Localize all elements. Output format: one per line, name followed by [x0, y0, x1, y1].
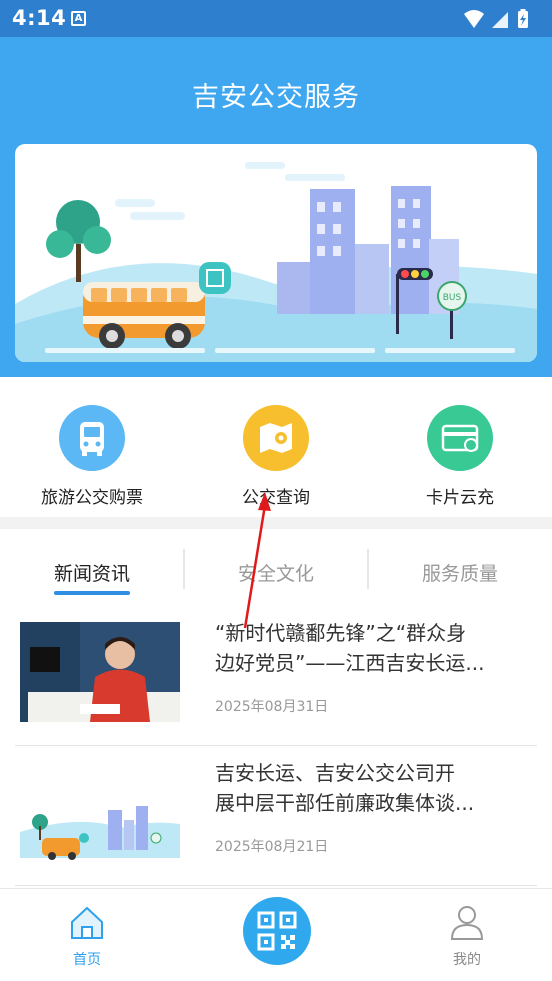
- home-icon: [71, 906, 103, 939]
- news-title: 吉安长运、吉安公交公司开 展中层干部任前廉政集体谈...: [215, 758, 515, 818]
- news-date: 2025年08月21日: [215, 839, 329, 855]
- news-item[interactable]: “新时代赣鄱先锋”之“群众身 边好党员”——江西吉安长运... 2025年08月…: [15, 606, 537, 746]
- status-bar: 4:14 A: [0, 0, 552, 37]
- news-tabs: 新闻资讯 安全文化 服务质量: [0, 529, 552, 609]
- nav-home-label: 首页: [73, 952, 101, 968]
- news-title-line: 吉安长运、吉安公交公司开: [215, 761, 455, 785]
- section-divider: [0, 517, 552, 529]
- news-thumbnail: [20, 622, 180, 722]
- bus-icon: [59, 405, 125, 471]
- nav-mine[interactable]: 我的: [427, 903, 507, 969]
- quick-item-tour-ticket[interactable]: 旅游公交购票: [0, 405, 184, 508]
- news-thumbnail: [20, 762, 180, 862]
- news-title-line: 展中层干部任前廉政集体谈...: [215, 791, 475, 815]
- user-icon: [450, 906, 484, 940]
- quick-item-bus-query[interactable]: 公交查询: [184, 405, 368, 508]
- banner[interactable]: BUS: [15, 144, 537, 362]
- nav-mine-label: 我的: [453, 952, 481, 968]
- quick-label-tour-ticket: 旅游公交购票: [41, 488, 143, 508]
- news-title-line: 边好党员”——江西吉安长运...: [215, 651, 485, 675]
- map-icon: [243, 405, 309, 471]
- qr-code-icon: [257, 911, 297, 951]
- card-icon: [427, 405, 493, 471]
- news-date: 2025年08月31日: [215, 699, 329, 715]
- signal-icon: [492, 12, 508, 28]
- status-time: 4:14: [12, 6, 67, 30]
- quick-item-card-recharge[interactable]: 卡片云充: [368, 405, 552, 508]
- news-title-line: “新时代赣鄱先锋”之“群众身: [215, 621, 467, 645]
- notification-a-icon: A: [71, 11, 86, 26]
- header: 吉安公交服务 BUS: [0, 37, 552, 377]
- status-icons: [464, 9, 528, 28]
- wifi-icon: [464, 10, 484, 28]
- quick-menu: 旅游公交购票 公交查询 卡片云充: [0, 377, 552, 517]
- quick-label-bus-query: 公交查询: [242, 488, 310, 508]
- qr-scan-button[interactable]: [243, 897, 311, 965]
- news-title: “新时代赣鄱先锋”之“群众身 边好党员”——江西吉安长运...: [215, 618, 515, 678]
- tab-active-indicator: [54, 591, 130, 595]
- bottom-nav: 首页 我的: [0, 888, 552, 981]
- quick-label-card-recharge: 卡片云充: [426, 488, 494, 508]
- page-title: 吉安公交服务: [192, 82, 360, 113]
- bus-stop-sign: BUS: [443, 293, 462, 303]
- tab-safety-culture[interactable]: 安全文化: [184, 559, 368, 586]
- tab-news[interactable]: 新闻资讯: [0, 559, 184, 586]
- tab-service-quality[interactable]: 服务质量: [368, 559, 552, 586]
- news-item[interactable]: 吉安长运、吉安公交公司开 展中层干部任前廉政集体谈... 2025年08月21日: [15, 746, 537, 886]
- banner-illustration: BUS: [15, 162, 537, 362]
- nav-home[interactable]: 首页: [47, 903, 127, 969]
